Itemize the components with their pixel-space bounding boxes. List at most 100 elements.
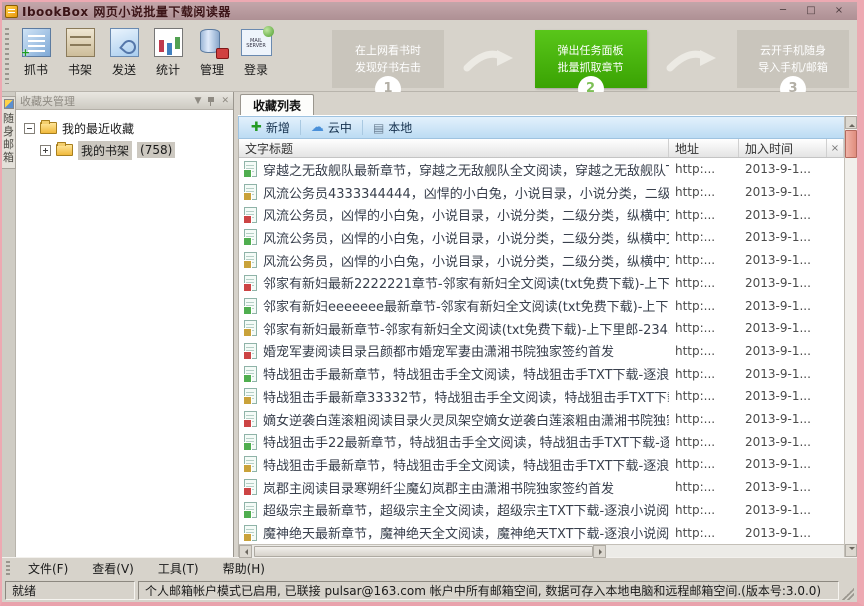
doc-icon <box>244 388 257 404</box>
login-button[interactable]: MAIL SERVER 登录 <box>234 24 278 88</box>
row-url: http:... <box>669 230 739 244</box>
row-title: 穿越之无敌舰队最新章节，穿越之无敌舰队全文阅读，穿越之无敌舰队TX... <box>263 160 669 179</box>
list-toolbar: ✚ 新增 ☁ 云中 ▤ 本地 <box>238 116 857 139</box>
manage-icon <box>197 27 228 58</box>
arrow-right-icon <box>444 44 535 74</box>
row-title: 风流公务员4333344444，凶悍的小白兔，小说目录，小说分类，二级分类... <box>263 183 669 202</box>
row-title: 婚宠军妻阅读目录吕颜都市婚宠军妻由潇湘书院独家签约首发 <box>263 341 669 360</box>
table-row[interactable]: 风流公务员，凶悍的小白兔，小说目录，小说分类，二级分类，纵横中文... http… <box>239 203 844 226</box>
table-row[interactable]: 邻家有新妇最新章节-邻家有新妇全文阅读(txt免费下载)-上下里郎-2345..… <box>239 317 844 340</box>
scroll-left-icon[interactable] <box>239 545 252 558</box>
row-url: http:... <box>669 185 739 199</box>
table-row[interactable]: 婚宠军妻阅读目录吕颜都市婚宠军妻由潇湘书院独家签约首发 http:... 201… <box>239 340 844 363</box>
row-title: 特战狙击手22最新章节，特战狙击手全文阅读，特战狙击手TXT下载-逐浪... <box>263 432 669 451</box>
local-button[interactable]: ▤ 本地 <box>367 118 418 137</box>
menu-view[interactable]: 查看(V) <box>82 558 148 579</box>
status-ready: 就绪 <box>5 581 135 600</box>
toolbar-grip[interactable] <box>5 28 9 84</box>
resize-grip[interactable] <box>842 588 854 600</box>
column-options-button[interactable]: × <box>827 139 844 157</box>
table-row[interactable]: 特战狙击手最新章节，特战狙击手全文阅读，特战狙击手TXT下载-逐浪小... ht… <box>239 362 844 385</box>
doc-icon <box>244 229 257 245</box>
row-date: 2013-9-1... <box>739 162 827 176</box>
title-bar: IbookBox 网页小说批量下载阅读器 ─ □ × <box>2 2 857 20</box>
doc-icon <box>244 275 257 291</box>
sidebar-header: 收藏夹管理 ▼ ✕ <box>16 92 233 110</box>
maximize-button[interactable]: □ <box>802 5 820 18</box>
table-row[interactable]: 风流公务员，凶悍的小白兔，小说目录，小说分类，二级分类，纵横中文... http… <box>239 249 844 272</box>
cloud-icon: ☁ <box>311 120 324 135</box>
table-row[interactable]: 特战狙击手最新章节，特战狙击手全文阅读，特战狙击手TXT下载-逐浪小... ht… <box>239 453 844 476</box>
column-header-title[interactable]: 文字标题 <box>239 139 669 157</box>
column-header-date[interactable]: 加入时间 <box>739 139 827 157</box>
row-url: http:... <box>669 435 739 449</box>
row-date: 2013-9-1... <box>739 276 827 290</box>
mail-server-icon: MAIL SERVER <box>241 27 272 58</box>
row-title: 风流公务员，凶悍的小白兔，小说目录，小说分类，二级分类，纵横中文... <box>263 228 669 247</box>
menubar-grip[interactable] <box>6 561 10 575</box>
menu-help[interactable]: 帮助(H) <box>213 558 279 579</box>
menu-tools[interactable]: 工具(T) <box>148 558 213 579</box>
row-date: 2013-9-1... <box>739 480 827 494</box>
row-date: 2013-9-1... <box>739 344 827 358</box>
bookshelf-count: (758) <box>137 142 175 158</box>
minimize-button[interactable]: ─ <box>774 5 792 18</box>
doc-icon <box>244 456 257 472</box>
chevron-down-icon[interactable]: ▼ <box>195 96 202 106</box>
banner-step-2: 弹出任务面板 批量抓取章节 2 <box>535 30 647 88</box>
cloud-button[interactable]: ☁ 云中 <box>305 118 358 137</box>
sidebar-close-icon[interactable]: ✕ <box>221 96 229 106</box>
manage-button[interactable]: 管理 <box>190 24 234 88</box>
row-title: 风流公务员，凶悍的小白兔，小说目录，小说分类，二级分类，纵横中文... <box>263 251 669 270</box>
vertical-scrollbar[interactable] <box>844 116 857 557</box>
table-row[interactable]: 邻家有新妇最新2222221章节-邻家有新妇全文阅读(txt免费下载)-上下里.… <box>239 272 844 295</box>
table-row[interactable]: 嫡女逆袭白莲滚粗阅读目录火灵凤架空嫡女逆袭白莲滚粗由潇湘书院独家... http… <box>239 408 844 431</box>
tab-favorites-list[interactable]: 收藏列表 <box>240 94 314 115</box>
statistics-button[interactable]: 统计 <box>146 24 190 88</box>
tree-item-recent-favorites[interactable]: 我的最近收藏 <box>18 117 231 139</box>
close-button[interactable]: × <box>830 5 848 18</box>
vertical-scroll-thumb[interactable] <box>845 130 857 158</box>
table-row[interactable]: 风流公务员，凶悍的小白兔，小说目录，小说分类，二级分类，纵横中文... http… <box>239 226 844 249</box>
portable-mail-vertical-tab[interactable]: 随身邮箱 <box>2 96 16 169</box>
left-edge-strip: 随身邮箱 <box>2 92 16 557</box>
send-button[interactable]: 发送 <box>102 24 146 88</box>
collapse-icon[interactable] <box>24 123 35 134</box>
table-row[interactable]: 超级宗主最新章节，超级宗主全文阅读，超级宗主TXT下载-逐浪小说阅读... ht… <box>239 499 844 522</box>
pin-icon[interactable] <box>207 97 215 105</box>
tree-item-my-bookshelf[interactable]: 我的书架 (758) <box>18 139 231 161</box>
add-button[interactable]: ✚ 新增 <box>245 118 296 137</box>
portable-mail-icon <box>4 99 14 109</box>
menu-bar: 文件(F) 查看(V) 工具(T) 帮助(H) <box>2 557 857 578</box>
doc-icon <box>244 161 257 177</box>
row-date: 2013-9-1... <box>739 299 827 313</box>
row-url: http:... <box>669 526 739 540</box>
menu-file[interactable]: 文件(F) <box>18 558 82 579</box>
scroll-down-icon[interactable] <box>845 544 857 557</box>
row-date: 2013-9-1... <box>739 367 827 381</box>
horizontal-scrollbar[interactable] <box>239 544 844 557</box>
table-row[interactable]: 风流公务员4333344444，凶悍的小白兔，小说目录，小说分类，二级分类...… <box>239 181 844 204</box>
horizontal-scroll-thumb[interactable] <box>254 546 593 557</box>
table-row[interactable]: 魔神绝天最新章节，魔神绝天全文阅读，魔神绝天TXT下载-逐浪小说阅读... ht… <box>239 521 844 544</box>
folder-icon <box>40 122 57 134</box>
column-header-url[interactable]: 地址 <box>669 139 739 157</box>
doc-icon <box>244 434 257 450</box>
table-row[interactable]: 穿越之无敌舰队最新章节，穿越之无敌舰队全文阅读，穿越之无敌舰队TX... htt… <box>239 158 844 181</box>
bookshelf-button[interactable]: 书架 <box>58 24 102 88</box>
scroll-up-icon[interactable] <box>845 116 857 129</box>
scroll-right-icon[interactable] <box>593 545 606 558</box>
row-title: 嫡女逆袭白莲滚粗阅读目录火灵凤架空嫡女逆袭白莲滚粗由潇湘书院独家... <box>263 410 669 429</box>
row-url: http:... <box>669 253 739 267</box>
row-title: 邻家有新妇最新章节-邻家有新妇全文阅读(txt免费下载)-上下里郎-2345..… <box>263 319 669 338</box>
table-row[interactable]: 特战狙击手最新章33332节，特战狙击手全文阅读，特战狙击手TXT下载-逐...… <box>239 385 844 408</box>
row-title: 邻家有新妇eeeeeee最新章节-邻家有新妇全文阅读(txt免费下载)-上下里.… <box>263 296 669 315</box>
expand-icon[interactable] <box>40 145 51 156</box>
table-row[interactable]: 邻家有新妇eeeeeee最新章节-邻家有新妇全文阅读(txt免费下载)-上下里.… <box>239 294 844 317</box>
window-title: IbookBox 网页小说批量下载阅读器 <box>22 3 231 20</box>
row-url: http:... <box>669 162 739 176</box>
table-row[interactable]: 岚郡主阅读目录寒朔纤尘魔幻岚郡主由潇湘书院独家签约首发 http:... 201… <box>239 476 844 499</box>
table-row[interactable]: 特战狙击手22最新章节，特战狙击手全文阅读，特战狙击手TXT下载-逐浪... h… <box>239 430 844 453</box>
grab-book-button[interactable]: + 抓书 <box>14 24 58 88</box>
status-bar: 就绪 个人邮箱帐户模式已启用, 已联接 pulsar@163.com 帐户中所有… <box>2 578 857 602</box>
